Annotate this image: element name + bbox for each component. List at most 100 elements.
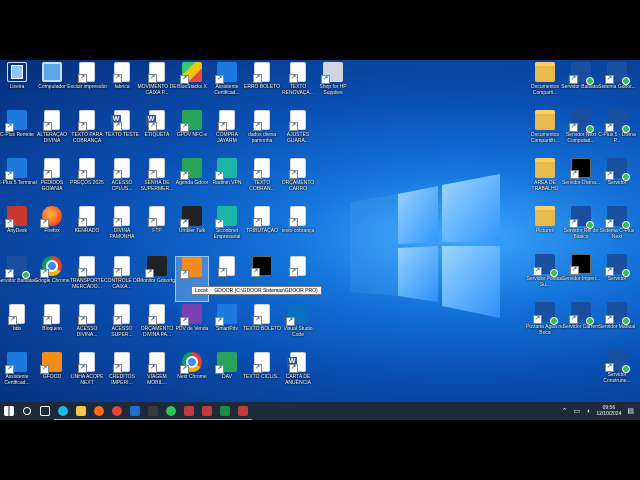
desktop-icon-excluir-impressao[interactable]: Excluir impressão [67,62,107,108]
taskbar-firefox-button[interactable] [90,402,108,420]
desktop-icon-acesso-divina[interactable]: ACESSO DIVINA... [70,304,104,350]
desktop-icon-44[interactable] [245,256,279,302]
desktop-icon-orcamento-carro[interactable]: ORÇAMENTO CARRO [281,158,315,204]
desktop-icon-ajustes-guara[interactable]: AJUSTES GUARA... [281,110,315,156]
desktop-icon-linha-acope-next[interactable]: LINHA ACOPE NEXT [70,352,104,398]
desktop-icon-monitor-gdoorfg[interactable]: Monitor Gdoorfg [139,256,175,302]
desktop-icon-orcamento-divina-pa[interactable]: ORÇAMENTO DIVINA PA... [140,304,174,350]
desktop-icon-smartpdv[interactable]: SmartPdv [210,304,244,350]
desktop-icon-servidor[interactable]: Servidor [600,254,634,300]
desktop-icon-texto-cobranca[interactable]: texto cobrança [281,206,315,252]
desktop-icon-servidor-next-computad[interactable]: Servidor Next Computad... [564,110,598,156]
desktop-icon-kenrado[interactable]: KENRADO [70,206,104,252]
desktop-icon-transporte-mercado[interactable]: TRANSPORTE MERCADO... [70,256,104,302]
desktop-icon-next-chrome[interactable]: Next Chrome [175,352,209,398]
desktop-icon-dados-divina-pamonha[interactable]: dados divina pamonha [245,110,279,156]
desktop-icon-bbb[interactable]: bbb [0,304,34,350]
desktop-icon-texto-boleto[interactable]: TEXTO BOLETO [243,304,281,350]
desktop-icon-fabrica[interactable]: fabrica [105,62,139,108]
desktop-icon-agenda-gdoor[interactable]: Agenda Gdoor [175,158,209,204]
desktop-icon-servidor-manual[interactable]: Servidor Manual [599,302,635,348]
taskbar-app-button[interactable] [198,402,216,420]
desktop-icon-creditos-imperi[interactable]: CREDITOS IMPERI... [105,352,139,398]
desktop-icon-tributacao[interactable]: TRIBUTAÇÃO [245,206,279,252]
network-icon[interactable]: ▭ [573,407,580,415]
desktop-icon-texto-ciclis[interactable]: TEXTO CICLIS... [243,352,281,398]
desktop-icon-radmin-vpn[interactable]: Radmin VPN [210,158,244,204]
desktop-icon-divina-pamonha[interactable]: DIVINA PAMONHA [105,206,139,252]
desktop-icon-viagem-mobil[interactable]: VIAGEM MOBIL... [140,352,174,398]
desktop-icon-pedidos-goiania[interactable]: PEDIDOS GOIANIA [35,158,69,204]
desktop-icon-pictures[interactable]: Pictures [528,206,562,252]
desktop-icon-erro-boleto[interactable]: ERRO BOLETO [244,62,280,108]
desktop-icon-texto-para-cobranca[interactable]: TEXTO PARA COBRANÇA [70,110,104,156]
desktop-icon-servidor-divina[interactable]: Servidor Divina... [562,158,600,204]
desktop-icon-sistema-gdoor[interactable]: Sistema Gdoor... [598,62,636,108]
desktop-icon-43[interactable] [210,256,244,302]
desktop-icon-computador[interactable]: Computador [35,62,69,108]
desktop-icon-gfood[interactable]: GFOOD [35,352,69,398]
taskbar-app-button[interactable] [234,402,252,420]
taskbar-excel-button[interactable] [216,402,234,420]
desktop-icon-movimento-de-caixa-p[interactable]: MOVIMENTO DE CAIXA P... [137,62,177,108]
desktop-icon-firefox[interactable]: Firefox [35,206,69,252]
desktop-icon-documentos-comparti[interactable]: Documentos Comparti... [528,62,562,108]
desktop-icon-c-plus-remote[interactable]: C-Plus Remote [0,110,34,156]
taskbar-chrome-button[interactable] [108,402,126,420]
desktop-icon-45[interactable] [281,256,315,302]
taskbar-file-explorer-button[interactable] [72,402,90,420]
desktop-icon-lixeira[interactable]: Lixeira [0,62,34,108]
taskbar-edge-button[interactable] [54,402,72,420]
desktop-icon-bloqueio[interactable]: Bloqueio [35,304,69,350]
desktop-icon-servidor-imperi[interactable]: Servidor Imperi... [562,254,600,300]
desktop-icon-sistema-c-plus-next[interactable]: Sistema C-Plus Next [600,206,634,252]
desktop-icon-senha-de-supermer[interactable]: SENHA DE SUPERMER... [140,158,174,204]
desktop-icon-bluestacks-x[interactable]: BlueStacks X [175,62,209,108]
desktop-icon-acesso-super[interactable]: ACESSO SUPER... [105,304,139,350]
desktop[interactable]: Lixeira ComputadorExcluir impressão fabric… [0,60,640,402]
desktop-icon-dav[interactable]: DAV [210,352,244,398]
notifications-icon[interactable]: ▤ [627,407,634,415]
desktop-icon-assistente-certificad[interactable]: Assistente Certificad... [210,62,244,108]
desktop-icon-servidor-balsatao[interactable]: Servidor Balsatao [561,62,601,108]
desktop-icon-controle-de-caixa[interactable]: CONTROLE DE CAIXA... [104,256,140,302]
desktop-icon-c-plus-5-divina-p[interactable]: C-Plus 5 - Divina P... [598,110,636,156]
desktop-icon-servidor-carrem[interactable]: Servidor Carrem [563,302,599,348]
desktop-icon-area-de-trabalho[interactable]: ÁREA DE TRABALHO [528,158,562,204]
desktop-icon-gpdv-nfc-e[interactable]: GPDV NFC-e [175,110,209,156]
desktop-icon-google-chrome[interactable]: Google Chrome [34,256,70,302]
desktop-icon-anydesk[interactable]: AnyDesk [0,206,34,252]
desktop-icon-servidor-construne[interactable]: Servidor Construne... [600,350,634,396]
desktop-icon-alteracao-divina[interactable]: ALTERAÇÃO DIVINA [35,110,69,156]
desktop-icon-ftp[interactable]: FTP [140,206,174,252]
desktop-icon-servidor-balsatao[interactable]: Servidor Balsatao [0,256,37,302]
desktop-icon-servidor-pontual-su[interactable]: Servidor Pontual Su... [527,254,563,300]
desktop-icon-visual-studio-code[interactable]: Visual Studio Code [281,304,315,350]
taskbar-start-button[interactable] [0,402,18,420]
desktop-icon-assistente-certificad[interactable]: Assistente Certificad... [0,352,34,398]
desktop-icon-carta-de-anuencia[interactable]: CARTA DE ANUÊNCIA [281,352,315,398]
desktop-icon-documentos-compartilh[interactable]: Documentos Compartilh... [528,110,562,156]
taskbar-task-view-button[interactable] [36,402,54,420]
taskbar-search-button[interactable] [18,402,36,420]
desktop-icon-etiqueta[interactable]: ETIQUETA [140,110,174,156]
taskbar-outlook-button[interactable] [126,402,144,420]
desktop-icon-servidor-rei-do-basico[interactable]: Servidor Rei do Básico [564,206,598,252]
volume-icon[interactable]: ◖ [586,408,590,415]
desktop-icon-42[interactable] [175,256,209,302]
clock[interactable]: 09:56 12/10/2024 [596,405,621,417]
desktop-icon-texto-cobran[interactable]: TEXTO COBRAN... [245,158,279,204]
desktop-icon-pizzaria-agua-na-boca[interactable]: Pizzaria Água na Boca [526,302,564,348]
desktop-icon-umbler-talk[interactable]: Umbler Talk [175,206,209,252]
chevron-up-icon[interactable]: ⌃ [562,407,568,415]
desktop-icon-sicoobnet-empresarial[interactable]: Sicoobnet Empresarial [210,206,244,252]
desktop-icon-precos-2025[interactable]: PREÇOS 2025 [70,158,104,204]
desktop-icon-acesso-cplus[interactable]: ACESSO CPLUS... [105,158,139,204]
desktop-icon-texto-teste[interactable]: TEXTO TESTE [105,110,139,156]
taskbar-calculator-button[interactable] [144,402,162,420]
taskbar-app-button[interactable] [180,402,198,420]
desktop-icon-servidor[interactable]: Servidor [600,158,634,204]
desktop-icon-compra-jayarm[interactable]: COMPRA JAYARM [210,110,244,156]
desktop-icon-pdv-de-venda[interactable]: PDV de Venda [175,304,209,350]
desktop-icon-c-plus-5-terminal[interactable]: C-Plus 5 Terminal [0,158,37,204]
